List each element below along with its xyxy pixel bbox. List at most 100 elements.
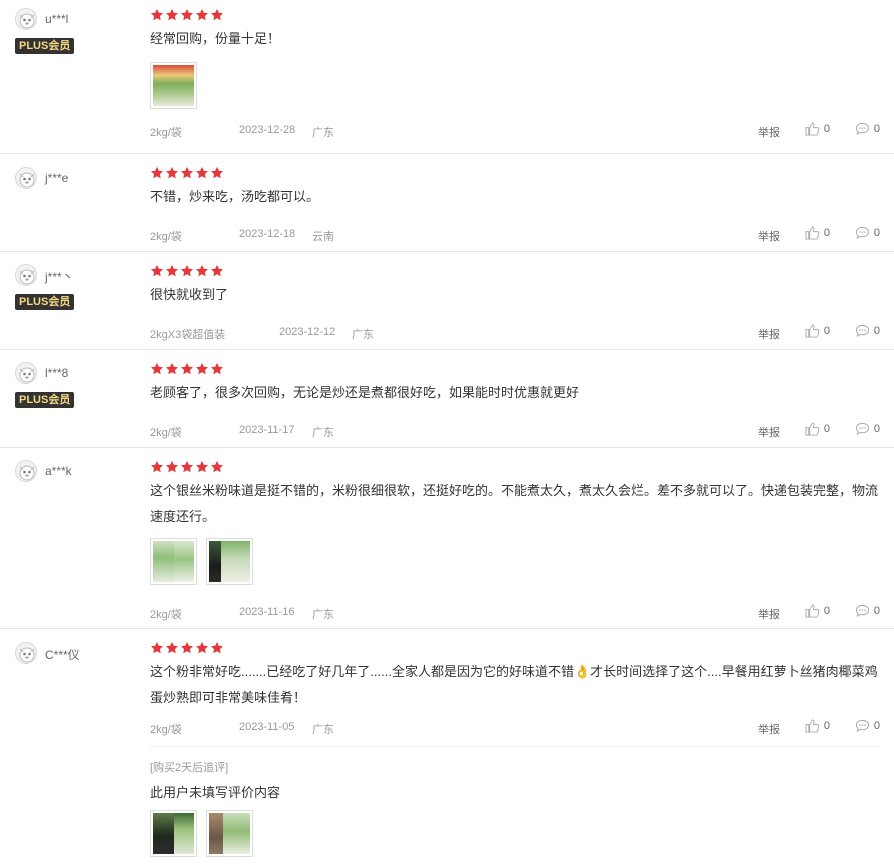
star-icon: [180, 641, 194, 654]
review-photo[interactable]: [206, 538, 253, 585]
star-rating: [150, 166, 225, 180]
report-link[interactable]: 举报: [758, 606, 780, 622]
report-link[interactable]: 举报: [758, 326, 780, 342]
username: C***仪: [45, 648, 80, 662]
review-meta: 2kg/袋 2023-11-16 广东 举报 0 0: [150, 604, 880, 622]
followup-content: 此用户未填写评价内容: [150, 785, 281, 800]
like-button[interactable]: 0: [805, 226, 830, 240]
comment-icon: [855, 122, 869, 136]
star-icon: [165, 264, 179, 277]
review-content: 不错，炒来吃，汤吃都可以。: [150, 189, 320, 204]
review-date: 2023-11-16: [239, 606, 295, 618]
product-spec: 2kgX3袋超值装: [150, 329, 226, 341]
thumbs-up-icon: [805, 604, 820, 618]
username: u***l: [45, 12, 69, 26]
avatar[interactable]: [15, 264, 37, 286]
review-photo[interactable]: [206, 810, 253, 857]
like-button[interactable]: 0: [805, 122, 830, 136]
thumbs-up-icon: [805, 324, 820, 338]
like-count: 0: [823, 605, 830, 617]
review-photo[interactable]: [150, 538, 197, 585]
star-icon: [180, 166, 194, 179]
reply-count: 0: [873, 227, 880, 239]
reply-button[interactable]: 0: [855, 226, 880, 240]
product-spec: 2kg/袋: [150, 427, 182, 439]
product-spec: 2kg/袋: [150, 724, 182, 736]
review-date: 2023-11-05: [239, 721, 295, 733]
reply-count: 0: [873, 720, 880, 732]
plus-member-badge: PLUS会员: [15, 392, 75, 408]
like-button[interactable]: 0: [805, 719, 830, 733]
star-icon: [195, 362, 209, 375]
review-item: j***e 不错，炒来吃，汤吃都可以。 2kg/袋 2023-12-18 云南 …: [0, 154, 894, 252]
like-button[interactable]: 0: [805, 324, 830, 338]
thumbs-up-icon: [805, 719, 820, 733]
star-rating: [150, 362, 225, 376]
followup-tag: [购买2天后追评]: [150, 762, 229, 774]
report-link[interactable]: 举报: [758, 424, 780, 440]
review-photo[interactable]: [150, 810, 197, 857]
review-date: 2023-11-17: [239, 424, 295, 436]
star-icon: [195, 641, 209, 654]
comment-icon: [855, 226, 869, 240]
review-item: a***k 这个银丝米粉味道是挺不错的，米粉很细很软，还挺好吃的。不能煮太久，煮…: [0, 448, 894, 629]
like-button[interactable]: 0: [805, 604, 830, 618]
reply-count: 0: [873, 325, 880, 337]
like-button[interactable]: 0: [805, 422, 830, 436]
report-link[interactable]: 举报: [758, 124, 780, 140]
report-link[interactable]: 举报: [758, 721, 780, 737]
review-body: 这个粉非常好吃.......已经吃了好几年了......全家人都是因为它的好味道…: [150, 641, 880, 745]
plus-member-badge: PLUS会员: [15, 294, 75, 310]
star-icon: [210, 8, 224, 21]
reply-button[interactable]: 0: [855, 122, 880, 136]
plus-member-badge: PLUS会员: [15, 38, 75, 54]
like-count: 0: [823, 227, 830, 239]
review-body: 很快就收到了 2kgX3袋超值装 2023-12-12 广东 举报 0 0: [150, 264, 880, 348]
review-location: 广东: [312, 127, 334, 139]
star-icon: [165, 641, 179, 654]
review-meta: 2kgX3袋超值装 2023-12-12 广东 举报 0 0: [150, 324, 880, 342]
avatar[interactable]: [15, 8, 37, 30]
avatar[interactable]: [15, 460, 37, 482]
star-icon: [210, 460, 224, 473]
star-icon: [150, 641, 164, 654]
reply-button[interactable]: 0: [855, 719, 880, 733]
reply-button[interactable]: 0: [855, 604, 880, 618]
avatar[interactable]: [15, 167, 37, 189]
star-icon: [195, 166, 209, 179]
review-meta: 2kg/袋 2023-12-18 云南 举报 0 0: [150, 226, 880, 244]
product-spec: 2kg/袋: [150, 231, 182, 243]
comment-icon: [855, 422, 869, 436]
star-icon: [195, 8, 209, 21]
review-body: 老顾客了，很多次回购，无论是炒还是煮都很好吃，如果能时时优惠就更好 2kg/袋 …: [150, 362, 880, 446]
star-rating: [150, 641, 225, 655]
review-date: 2023-12-28: [239, 124, 296, 136]
report-link[interactable]: 举报: [758, 228, 780, 244]
review-location: 广东: [312, 427, 334, 439]
review-meta: 2kg/袋 2023-12-28 广东 举报 0 0: [150, 122, 880, 140]
review-photos: [150, 538, 262, 585]
like-count: 0: [823, 325, 830, 337]
star-icon: [165, 166, 179, 179]
star-icon: [210, 641, 224, 654]
reply-count: 0: [873, 605, 880, 617]
thumbs-up-icon: [805, 122, 820, 136]
star-icon: [150, 362, 164, 375]
star-icon: [210, 362, 224, 375]
like-count: 0: [823, 123, 830, 135]
review-photo[interactable]: [150, 62, 197, 109]
username: j***丶: [45, 270, 74, 284]
star-icon: [180, 460, 194, 473]
review-photos: [150, 62, 206, 109]
avatar[interactable]: [15, 362, 37, 384]
reply-button[interactable]: 0: [855, 324, 880, 338]
comment-icon: [855, 324, 869, 338]
avatar[interactable]: [15, 642, 37, 664]
star-icon: [150, 8, 164, 21]
review-item: C***仪 这个粉非常好吃.......已经吃了好几年了......全家人都是因…: [0, 629, 894, 865]
star-icon: [150, 166, 164, 179]
comment-icon: [855, 604, 869, 618]
review-meta: 2kg/袋 2023-11-17 广东 举报 0 0: [150, 422, 880, 440]
reply-button[interactable]: 0: [855, 422, 880, 436]
review-body: 这个银丝米粉味道是挺不错的，米粉很细很软，还挺好吃的。不能煮太久，煮太久会烂。差…: [150, 460, 880, 628]
